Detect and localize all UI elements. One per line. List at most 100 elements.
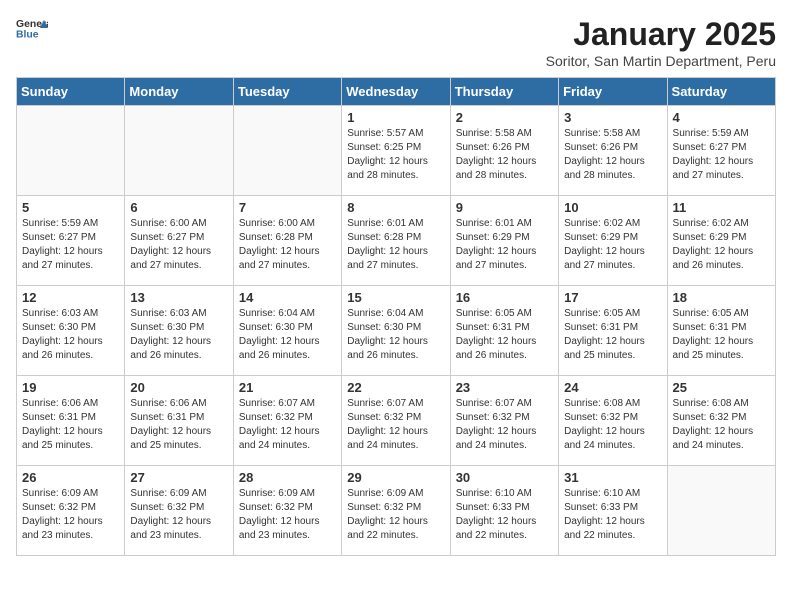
calendar-cell: 21Sunrise: 6:07 AMSunset: 6:32 PMDayligh… [233, 376, 341, 466]
calendar-cell [667, 466, 775, 556]
day-of-week-wednesday: Wednesday [342, 78, 450, 106]
title-area: January 2025 Soritor, San Martin Departm… [546, 16, 776, 69]
day-number: 10 [564, 200, 661, 215]
calendar-cell: 8 Sunrise: 6:01 AMSunset: 6:28 PMDaylight… [342, 196, 450, 286]
day-info: Sunrise: 6:03 AMSunset: 6:30 PMDaylight:… [130, 307, 227, 363]
day-of-week-sunday: Sunday [17, 78, 125, 106]
day-number: 8 [347, 200, 444, 215]
week-row-3: 19 Sunrise: 6:06 AMSunset: 6:31 PMDayligh… [17, 376, 776, 466]
day-number: 20 [130, 380, 227, 395]
calendar-cell: 17 Sunrise: 6:05 AMSunset: 6:31 PMDayligh… [559, 286, 667, 376]
calendar-cell: 1 Sunrise: 5:57 AMSunset: 6:25 PMDaylight… [342, 106, 450, 196]
calendar-cell: 23 Sunrise: 6:07 AMSunset: 6:32 PMDayligh… [450, 376, 558, 466]
day-number: 4 [673, 110, 770, 125]
day-number: 18 [673, 290, 770, 305]
day-info: Sunrise: 6:07 AMSunset: 6:32 PMDaylight:… [456, 397, 553, 453]
calendar-cell: 24Sunrise: 6:08 AMSunset: 6:32 PMDayligh… [559, 376, 667, 466]
day-number: 16 [456, 290, 553, 305]
calendar-cell: 29 Sunrise: 6:09 AMSunset: 6:32 PMDayligh… [342, 466, 450, 556]
day-info: Sunrise: 6:02 AMSunset: 6:29 PMDaylight:… [673, 217, 770, 273]
day-number: 1 [347, 110, 444, 125]
calendar-cell: 31 Sunrise: 6:10 AMSunset: 6:33 PMDayligh… [559, 466, 667, 556]
day-number: 13 [130, 290, 227, 305]
day-info: Sunrise: 5:57 AMSunset: 6:25 PMDaylight:… [347, 127, 444, 183]
calendar-cell: 19Sunrise: 6:06 AMSunset: 6:31 PMDayligh… [17, 376, 125, 466]
day-info: Sunrise: 6:07 AMSunset: 6:32 PMDaylight:… [239, 397, 336, 453]
calendar-cell: 13 Sunrise: 6:03 AMSunset: 6:30 PMDayligh… [125, 286, 233, 376]
calendar-cell: 3 Sunrise: 5:58 AMSunset: 6:26 PMDaylight… [559, 106, 667, 196]
day-number: 31 [564, 470, 661, 485]
calendar-cell [233, 106, 341, 196]
day-number: 29 [347, 470, 444, 485]
day-number: 6 [130, 200, 227, 215]
day-info: Sunrise: 6:05 AMSunset: 6:31 PMDaylight:… [673, 307, 770, 363]
day-info: Sunrise: 6:10 AMSunset: 6:33 PMDaylight:… [456, 487, 553, 543]
day-info: Sunrise: 5:58 AMSunset: 6:26 PMDaylight:… [456, 127, 553, 183]
calendar-cell: 4 Sunrise: 5:59 AMSunset: 6:27 PMDaylight… [667, 106, 775, 196]
svg-text:Blue: Blue [16, 30, 39, 41]
calendar-cell: 27 Sunrise: 6:09 AMSunset: 6:32 PMDayligh… [125, 466, 233, 556]
day-number: 23 [456, 380, 553, 395]
day-info: Sunrise: 6:01 AMSunset: 6:29 PMDaylight:… [456, 217, 553, 273]
day-number: 15 [347, 290, 444, 305]
day-number: 17 [564, 290, 661, 305]
day-number: 5 [22, 200, 119, 215]
day-of-week-thursday: Thursday [450, 78, 558, 106]
day-number: 19 [22, 380, 119, 395]
day-info: Sunrise: 6:09 AMSunset: 6:32 PMDaylight:… [347, 487, 444, 543]
calendar-cell: 28Sunrise: 6:09 AMSunset: 6:32 PMDayligh… [233, 466, 341, 556]
day-info: Sunrise: 6:00 AMSunset: 6:28 PMDaylight:… [239, 217, 336, 273]
calendar-cell: 7 Sunrise: 6:00 AMSunset: 6:28 PMDaylight… [233, 196, 341, 286]
day-info: Sunrise: 5:59 AMSunset: 6:27 PMDaylight:… [673, 127, 770, 183]
day-info: Sunrise: 6:08 AMSunset: 6:32 PMDaylight:… [564, 397, 661, 453]
day-number: 22 [347, 380, 444, 395]
day-number: 2 [456, 110, 553, 125]
day-number: 14 [239, 290, 336, 305]
calendar-cell: 18 Sunrise: 6:05 AMSunset: 6:31 PMDayligh… [667, 286, 775, 376]
week-row-1: 5 Sunrise: 5:59 AMSunset: 6:27 PMDaylight… [17, 196, 776, 286]
day-info: Sunrise: 6:10 AMSunset: 6:33 PMDaylight:… [564, 487, 661, 543]
day-info: Sunrise: 6:07 AMSunset: 6:32 PMDaylight:… [347, 397, 444, 453]
day-info: Sunrise: 6:04 AMSunset: 6:30 PMDaylight:… [347, 307, 444, 363]
day-info: Sunrise: 6:09 AMSunset: 6:32 PMDaylight:… [130, 487, 227, 543]
calendar-cell: 9 Sunrise: 6:01 AMSunset: 6:29 PMDaylight… [450, 196, 558, 286]
day-info: Sunrise: 6:05 AMSunset: 6:31 PMDaylight:… [564, 307, 661, 363]
calendar-cell: 14Sunrise: 6:04 AMSunset: 6:30 PMDayligh… [233, 286, 341, 376]
calendar-cell: 10Sunrise: 6:02 AMSunset: 6:29 PMDayligh… [559, 196, 667, 286]
calendar-cell: 22 Sunrise: 6:07 AMSunset: 6:32 PMDayligh… [342, 376, 450, 466]
calendar-cell: 25Sunrise: 6:08 AMSunset: 6:32 PMDayligh… [667, 376, 775, 466]
day-info: Sunrise: 5:58 AMSunset: 6:26 PMDaylight:… [564, 127, 661, 183]
logo-icon: General Blue [16, 16, 48, 44]
day-number: 28 [239, 470, 336, 485]
calendar-cell: 26 Sunrise: 6:09 AMSunset: 6:32 PMDayligh… [17, 466, 125, 556]
day-of-week-tuesday: Tuesday [233, 78, 341, 106]
week-row-4: 26 Sunrise: 6:09 AMSunset: 6:32 PMDayligh… [17, 466, 776, 556]
day-number: 7 [239, 200, 336, 215]
calendar-cell: 12Sunrise: 6:03 AMSunset: 6:30 PMDayligh… [17, 286, 125, 376]
calendar-header-row: SundayMondayTuesdayWednesdayThursdayFrid… [17, 78, 776, 106]
header: General Blue January 2025 Soritor, San M… [16, 16, 776, 69]
day-number: 26 [22, 470, 119, 485]
day-of-week-monday: Monday [125, 78, 233, 106]
calendar-cell: 2 Sunrise: 5:58 AMSunset: 6:26 PMDaylight… [450, 106, 558, 196]
day-number: 30 [456, 470, 553, 485]
day-info: Sunrise: 6:09 AMSunset: 6:32 PMDaylight:… [22, 487, 119, 543]
calendar-cell [125, 106, 233, 196]
calendar-cell [17, 106, 125, 196]
day-number: 25 [673, 380, 770, 395]
day-info: Sunrise: 6:06 AMSunset: 6:31 PMDaylight:… [130, 397, 227, 453]
calendar-title: January 2025 [546, 16, 776, 53]
day-info: Sunrise: 6:00 AMSunset: 6:27 PMDaylight:… [130, 217, 227, 273]
calendar-cell: 11 Sunrise: 6:02 AMSunset: 6:29 PMDayligh… [667, 196, 775, 286]
day-number: 11 [673, 200, 770, 215]
day-number: 9 [456, 200, 553, 215]
calendar-cell: 30 Sunrise: 6:10 AMSunset: 6:33 PMDayligh… [450, 466, 558, 556]
day-number: 3 [564, 110, 661, 125]
day-number: 12 [22, 290, 119, 305]
week-row-2: 12 Sunrise: 6:03 AMSunset: 6:30 PMDayligh… [17, 286, 776, 376]
day-number: 27 [130, 470, 227, 485]
week-row-0: 1 Sunrise: 5:57 AMSunset: 6:25 PMDaylight… [17, 106, 776, 196]
day-info: Sunrise: 6:01 AMSunset: 6:28 PMDaylight:… [347, 217, 444, 273]
day-info: Sunrise: 5:59 AMSunset: 6:27 PMDaylight:… [22, 217, 119, 273]
calendar-table: SundayMondayTuesdayWednesdayThursdayFrid… [16, 77, 776, 556]
